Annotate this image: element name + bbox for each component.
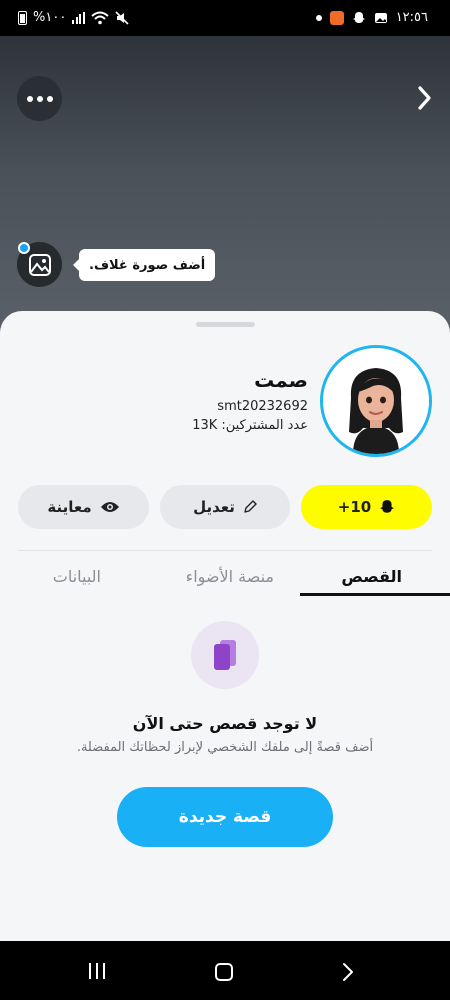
notification-dot-icon	[315, 14, 322, 21]
snap-score-button[interactable]: +10	[301, 485, 432, 529]
wifi-icon	[91, 11, 109, 24]
divider	[18, 550, 432, 551]
new-indicator-dot	[18, 242, 30, 254]
recents-bar-icon	[96, 963, 98, 979]
score-label: +10	[337, 498, 372, 516]
image-icon	[28, 253, 51, 276]
eye-icon	[100, 502, 119, 512]
subscribers-value: 13K	[192, 418, 218, 433]
stories-empty-icon	[191, 621, 259, 689]
recents-bar-icon	[89, 963, 91, 979]
more-dot-icon	[26, 95, 33, 102]
recents-button[interactable]	[89, 963, 105, 979]
signal-icon	[72, 11, 85, 24]
stacked-cards-icon	[214, 640, 236, 670]
ghost-icon	[380, 500, 395, 513]
battery-icon	[18, 10, 27, 25]
app-notification-icon	[329, 10, 344, 25]
empty-state-subtitle: أضف قصةً إلى ملفك الشخصي لإبراز لحظاتك ا…	[76, 740, 374, 755]
tab-insights[interactable]: البيانات	[53, 567, 101, 586]
recents-bar-icon	[103, 963, 105, 979]
drag-handle[interactable]	[196, 322, 255, 327]
battery-percent: %١٠٠	[33, 10, 67, 25]
cover-area[interactable]	[0, 36, 450, 336]
preview-label: معاينة	[47, 498, 92, 516]
more-dot-icon	[36, 95, 43, 102]
subscribers-label: عدد المشتركين:	[221, 418, 308, 433]
profile-sheet: صمت smt20232692 عدد المشتركين: 13K +10 ت…	[0, 311, 450, 941]
tab-stories[interactable]: القصص	[341, 567, 402, 586]
pencil-icon	[244, 500, 257, 513]
gallery-icon	[374, 12, 387, 23]
system-nav-bar	[0, 941, 450, 1000]
more-options-button[interactable]	[17, 76, 62, 121]
mute-icon	[115, 10, 129, 25]
tab-spotlight[interactable]: منصة الأضواء	[186, 567, 274, 586]
status-left: %١٠٠	[18, 10, 129, 25]
clock: ١٢:٥٦	[395, 10, 428, 25]
subscriber-count: عدد المشتركين: 13K	[192, 418, 308, 433]
new-story-button[interactable]: قصة جديدة	[117, 787, 333, 847]
edit-button[interactable]: تعديل	[160, 485, 290, 529]
status-bar: %١٠٠ ١٢:٥٦	[0, 0, 450, 36]
add-cover-tooltip: أضف صورة غلاف.	[72, 249, 216, 281]
edit-label: تعديل	[193, 498, 235, 516]
bitmoji-avatar-icon	[323, 348, 429, 454]
more-dot-icon	[46, 95, 53, 102]
active-tab-indicator	[300, 593, 450, 596]
avatar[interactable]	[320, 345, 432, 457]
empty-state-title: لا توجد قصص حتى الآن	[132, 714, 318, 733]
nav-back-icon[interactable]	[341, 962, 355, 982]
snapchat-icon	[352, 11, 365, 23]
preview-button[interactable]: معاينة	[18, 485, 149, 529]
status-right: ١٢:٥٦	[315, 10, 428, 25]
username: smt20232692	[217, 399, 308, 414]
back-chevron-icon[interactable]	[412, 84, 434, 112]
home-button[interactable]	[215, 963, 233, 981]
display-name: صمت	[254, 368, 308, 392]
